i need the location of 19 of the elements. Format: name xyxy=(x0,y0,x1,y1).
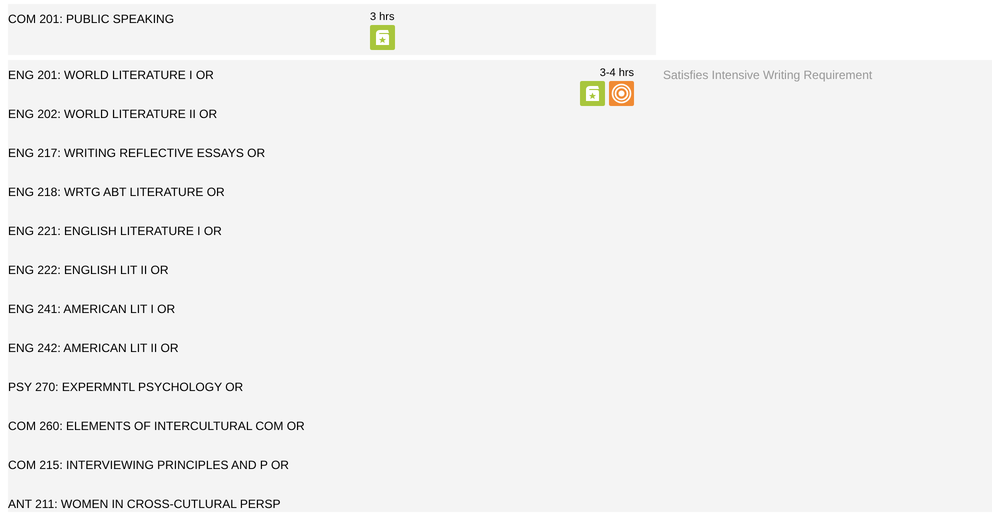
course-title: COM 215: INTERVIEWING PRINCIPLES AND P OR xyxy=(8,457,290,473)
course-title: ENG 202: WORLD LITERATURE II OR xyxy=(8,106,218,122)
credit-hours: 3 hrs xyxy=(370,10,394,24)
credit-hours: 3-4 hrs xyxy=(600,66,634,80)
concentric-circles-icon xyxy=(609,81,634,106)
course-title: ENG 218: WRTG ABT LITERATURE OR xyxy=(8,184,226,200)
course-title: ENG 242: AMERICAN LIT II OR xyxy=(8,340,180,356)
course-title: PSY 270: EXPERMNTL PSYCHOLOGY OR xyxy=(8,379,244,395)
course-title: COM 201: PUBLIC SPEAKING xyxy=(8,11,176,27)
star-document-icon xyxy=(370,25,395,50)
course-title: ENG 201: WORLD LITERATURE I OR xyxy=(8,67,215,83)
course-title: ENG 217: WRITING REFLECTIVE ESSAYS OR xyxy=(8,145,266,161)
course-title: ENG 221: ENGLISH LITERATURE I OR xyxy=(8,223,223,239)
requirement-note: Satisfies Intensive Writing Requirement xyxy=(662,67,874,83)
course-title: COM 260: ELEMENTS OF INTERCULTURAL COM OR xyxy=(8,418,306,434)
course-title: ENG 222: ENGLISH LIT II OR xyxy=(8,262,170,278)
course-title: ENG 241: AMERICAN LIT I OR xyxy=(8,301,176,317)
star-document-icon xyxy=(580,81,605,106)
course-title: ANT 211: WOMEN IN CROSS-CUTLURAL PERSP xyxy=(8,496,282,512)
